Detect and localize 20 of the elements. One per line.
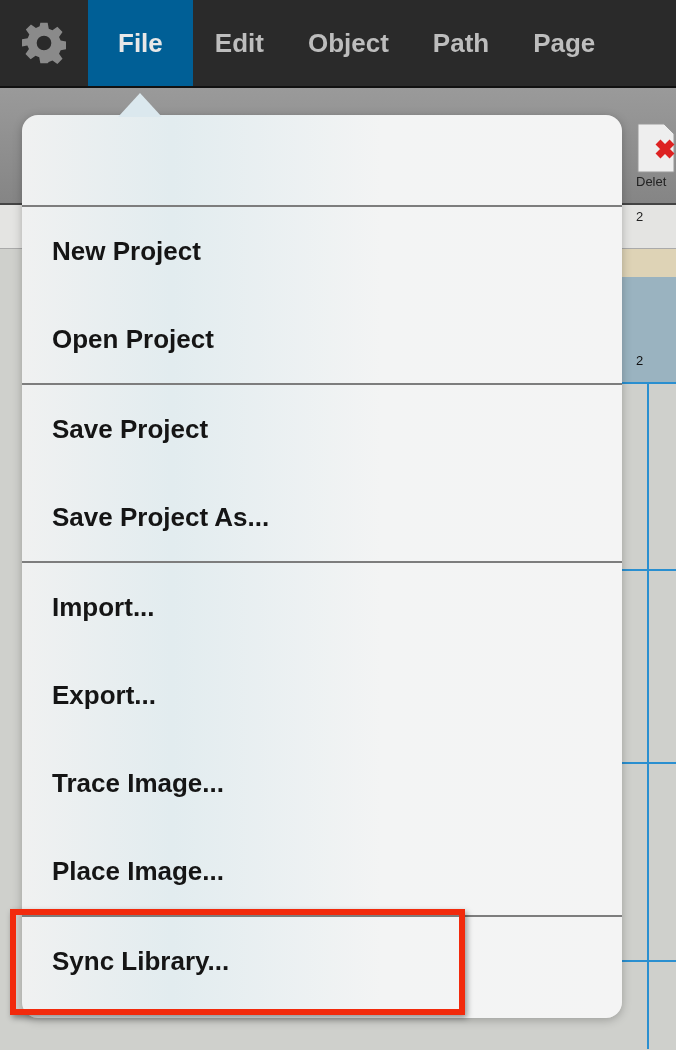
menu-item[interactable]: Sync Library...: [52, 945, 230, 977]
menu-tab[interactable]: Object: [285, 0, 411, 86]
menu-tab[interactable]: Page: [511, 0, 618, 86]
margin-band: [622, 249, 676, 277]
menu-item[interactable]: Open Project: [52, 323, 214, 355]
menu-item[interactable]: Import...: [52, 591, 155, 623]
menu-item[interactable]: Export...: [52, 679, 156, 711]
menu-item[interactable]: Save Project As...: [52, 501, 270, 533]
menu-item[interactable]: New Project: [52, 235, 201, 267]
ruler-number: 2: [636, 353, 644, 368]
menu-tab[interactable]: Edit: [192, 0, 286, 86]
menu-item[interactable]: Trace Image...: [52, 767, 224, 799]
menu-tab[interactable]: File: [88, 0, 193, 86]
menu-item[interactable]: Place Image...: [52, 855, 224, 887]
toolbar-label: Delet: [636, 174, 667, 189]
delete-icon[interactable]: [636, 122, 676, 174]
settings-icon[interactable]: [22, 21, 66, 65]
menu-item[interactable]: Save Project: [52, 413, 209, 445]
ruler-number: 2: [635, 208, 645, 226]
menu-tab[interactable]: Path: [410, 0, 512, 86]
